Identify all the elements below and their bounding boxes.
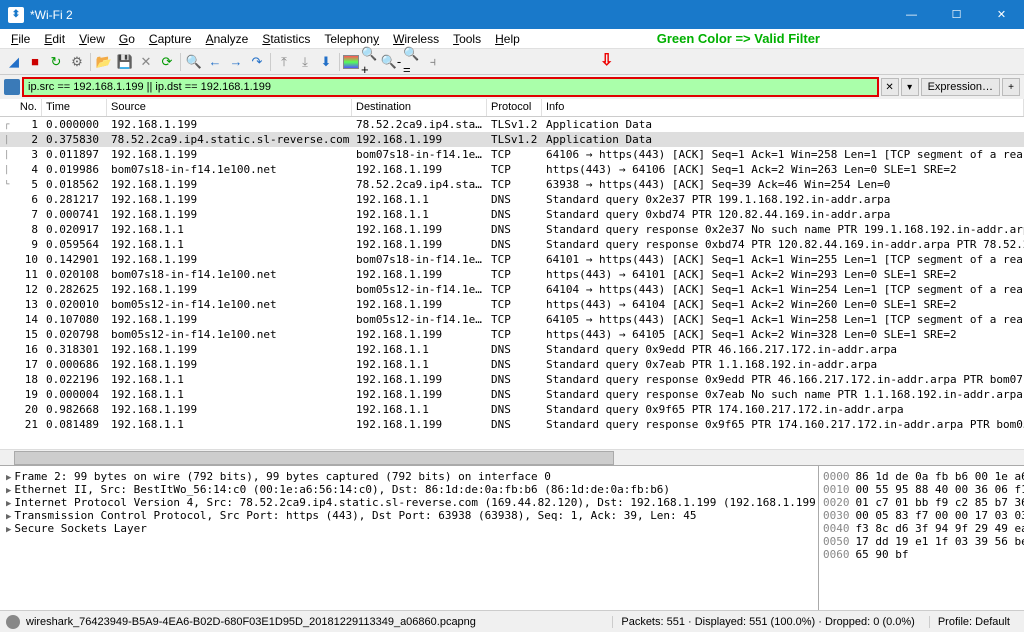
auto-scroll-icon[interactable]: ⬇ — [316, 52, 336, 72]
bytes-line[interactable]: 006065 90 bf — [823, 548, 1020, 561]
bytes-line[interactable]: 001000 55 95 88 40 00 36 06 f1 — [823, 483, 1020, 496]
menubar: File Edit View Go Capture Analyze Statis… — [0, 29, 1024, 49]
detail-line[interactable]: ▶Internet Protocol Version 4, Src: 78.52… — [6, 496, 812, 509]
status-file: wireshark_76423949-B5A9-4EA6-B02D-680F03… — [26, 616, 476, 628]
col-header-info[interactable]: Info — [542, 99, 1024, 116]
col-header-protocol[interactable]: Protocol — [487, 99, 542, 116]
titlebar: ⬍ *Wi-Fi 2 — ☐ ✕ — [0, 0, 1024, 29]
find-icon[interactable]: 🔍 — [184, 52, 204, 72]
bytes-line[interactable]: 005017 dd 19 e1 1f 03 39 56 be — [823, 535, 1020, 548]
menu-statistics[interactable]: Statistics — [255, 30, 317, 48]
packet-details-pane[interactable]: ▶Frame 2: 99 bytes on wire (792 bits), 9… — [0, 466, 819, 610]
open-file-icon[interactable]: 📂 — [94, 52, 114, 72]
go-last-icon[interactable]: ⤓ — [295, 52, 315, 72]
packet-row[interactable]: 200.982668192.168.1.199192.168.1.1DNSSta… — [0, 402, 1024, 417]
annotation-arrow-icon: ⇩ — [600, 50, 613, 70]
bytes-line[interactable]: 003000 05 83 f7 00 00 17 03 03 — [823, 509, 1020, 522]
menu-go[interactable]: Go — [112, 30, 142, 48]
toolbar: ◢ ■ ↻ ⚙ 📂 💾 ✕ ⟳ 🔍 ← → ↷ ⤒ ⤓ ⬇ 🔍+ 🔍- 🔍= ⫞ — [0, 49, 1024, 75]
go-first-icon[interactable]: ⤒ — [274, 52, 294, 72]
status-packets: Packets: 551 · Displayed: 551 (100.0%) ·… — [612, 616, 922, 628]
close-button[interactable]: ✕ — [979, 0, 1024, 29]
packet-list-header: No. Time Source Destination Protocol Inf… — [0, 99, 1024, 117]
bytes-line[interactable]: 0040f3 8c d6 3f 94 9f 29 49 ea — [823, 522, 1020, 535]
packet-row[interactable]: 150.020798bom05s12-in-f14.1e100.net192.1… — [0, 327, 1024, 342]
packet-row[interactable]: │20.37583078.52.2ca9.ip4.static.sl-rever… — [0, 132, 1024, 147]
start-capture-icon[interactable]: ◢ — [4, 52, 24, 72]
packet-row[interactable]: 170.000686192.168.1.199192.168.1.1DNSSta… — [0, 357, 1024, 372]
detail-line[interactable]: ▶Transmission Control Protocol, Src Port… — [6, 509, 812, 522]
packet-row[interactable]: 190.000004192.168.1.1192.168.1.199DNSSta… — [0, 387, 1024, 402]
packet-row[interactable]: 180.022196192.168.1.1192.168.1.199DNSSta… — [0, 372, 1024, 387]
save-file-icon[interactable]: 💾 — [115, 52, 135, 72]
detail-line[interactable]: ▶Secure Sockets Layer — [6, 522, 812, 535]
packet-row[interactable]: 110.020108bom07s18-in-f14.1e100.net192.1… — [0, 267, 1024, 282]
capture-options-icon[interactable]: ⚙ — [67, 52, 87, 72]
reload-icon[interactable]: ⟳ — [157, 52, 177, 72]
packet-row[interactable]: ┌10.000000192.168.1.19978.52.2ca9.ip4.st… — [0, 117, 1024, 132]
col-header-no[interactable]: No. — [0, 99, 42, 116]
menu-telephony[interactable]: Telephony — [317, 30, 386, 48]
menu-tools[interactable]: Tools — [446, 30, 488, 48]
packet-row[interactable]: 100.142901192.168.1.199bom07s18-in-f14.1… — [0, 252, 1024, 267]
expert-info-icon[interactable] — [6, 615, 20, 629]
bytes-line[interactable]: 000086 1d de 0a fb b6 00 1e a6 — [823, 470, 1020, 483]
menu-file[interactable]: File — [4, 30, 37, 48]
maximize-button[interactable]: ☐ — [934, 0, 979, 29]
col-header-time[interactable]: Time — [42, 99, 107, 116]
close-file-icon[interactable]: ✕ — [136, 52, 156, 72]
clear-filter-icon[interactable]: ✕ — [881, 78, 899, 96]
zoom-out-icon[interactable]: 🔍- — [381, 52, 401, 72]
packet-row[interactable]: 160.318301192.168.1.199192.168.1.1DNSSta… — [0, 342, 1024, 357]
menu-capture[interactable]: Capture — [142, 30, 199, 48]
packet-row[interactable]: 90.059564192.168.1.1192.168.1.199DNSStan… — [0, 237, 1024, 252]
packet-row[interactable]: 210.081489192.168.1.1192.168.1.199DNSSta… — [0, 417, 1024, 432]
go-to-packet-icon[interactable]: ↷ — [247, 52, 267, 72]
app-icon: ⬍ — [8, 7, 24, 23]
packet-row[interactable]: └50.018562192.168.1.19978.52.2ca9.ip4.st… — [0, 177, 1024, 192]
window-title: *Wi-Fi 2 — [30, 8, 889, 22]
packet-row[interactable]: 140.107080192.168.1.199bom05s12-in-f14.1… — [0, 312, 1024, 327]
display-filter-input[interactable] — [22, 77, 879, 97]
restart-capture-icon[interactable]: ↻ — [46, 52, 66, 72]
filter-bookmark-icon[interactable] — [4, 79, 20, 95]
col-header-source[interactable]: Source — [107, 99, 352, 116]
add-filter-button[interactable]: + — [1002, 78, 1020, 96]
filter-toolbar: ✕ ▾ Expression… + — [0, 75, 1024, 99]
minimize-button[interactable]: — — [889, 0, 934, 29]
packet-list[interactable]: ┌10.000000192.168.1.19978.52.2ca9.ip4.st… — [0, 117, 1024, 449]
zoom-reset-icon[interactable]: 🔍= — [402, 52, 422, 72]
apply-filter-icon[interactable]: ▾ — [901, 78, 919, 96]
colorize-icon[interactable] — [343, 55, 359, 69]
go-forward-icon[interactable]: → — [226, 52, 246, 72]
menu-view[interactable]: View — [72, 30, 112, 48]
resize-columns-icon[interactable]: ⫞ — [423, 52, 443, 72]
packet-row[interactable]: 130.020010bom05s12-in-f14.1e100.net192.1… — [0, 297, 1024, 312]
stop-capture-icon[interactable]: ■ — [25, 52, 45, 72]
menu-wireless[interactable]: Wireless — [386, 30, 446, 48]
packet-row[interactable]: 120.282625192.168.1.199bom05s12-in-f14.1… — [0, 282, 1024, 297]
statusbar: wireshark_76423949-B5A9-4EA6-B02D-680F03… — [0, 610, 1024, 632]
menu-edit[interactable]: Edit — [37, 30, 72, 48]
horizontal-scrollbar[interactable] — [0, 449, 1024, 465]
detail-line[interactable]: ▶Frame 2: 99 bytes on wire (792 bits), 9… — [6, 470, 812, 483]
packet-row[interactable]: 80.020917192.168.1.1192.168.1.199DNSStan… — [0, 222, 1024, 237]
expression-button[interactable]: Expression… — [921, 78, 1000, 96]
bytes-line[interactable]: 002001 c7 01 bb f9 c2 85 b7 36 — [823, 496, 1020, 509]
packet-bytes-pane[interactable]: 000086 1d de 0a fb b6 00 1e a6001000 55 … — [819, 466, 1024, 610]
packet-row[interactable]: │30.011897192.168.1.199bom07s18-in-f14.1… — [0, 147, 1024, 162]
annotation-text: Green Color => Valid Filter — [657, 31, 820, 46]
go-back-icon[interactable]: ← — [205, 52, 225, 72]
zoom-in-icon[interactable]: 🔍+ — [360, 52, 380, 72]
menu-analyze[interactable]: Analyze — [199, 30, 256, 48]
detail-line[interactable]: ▶Ethernet II, Src: BestItWo_56:14:c0 (00… — [6, 483, 812, 496]
status-profile[interactable]: Profile: Default — [929, 616, 1018, 628]
col-header-destination[interactable]: Destination — [352, 99, 487, 116]
packet-row[interactable]: │40.019986bom07s18-in-f14.1e100.net192.1… — [0, 162, 1024, 177]
packet-row[interactable]: 70.000741192.168.1.199192.168.1.1DNSStan… — [0, 207, 1024, 222]
menu-help[interactable]: Help — [488, 30, 527, 48]
packet-row[interactable]: 60.281217192.168.1.199192.168.1.1DNSStan… — [0, 192, 1024, 207]
